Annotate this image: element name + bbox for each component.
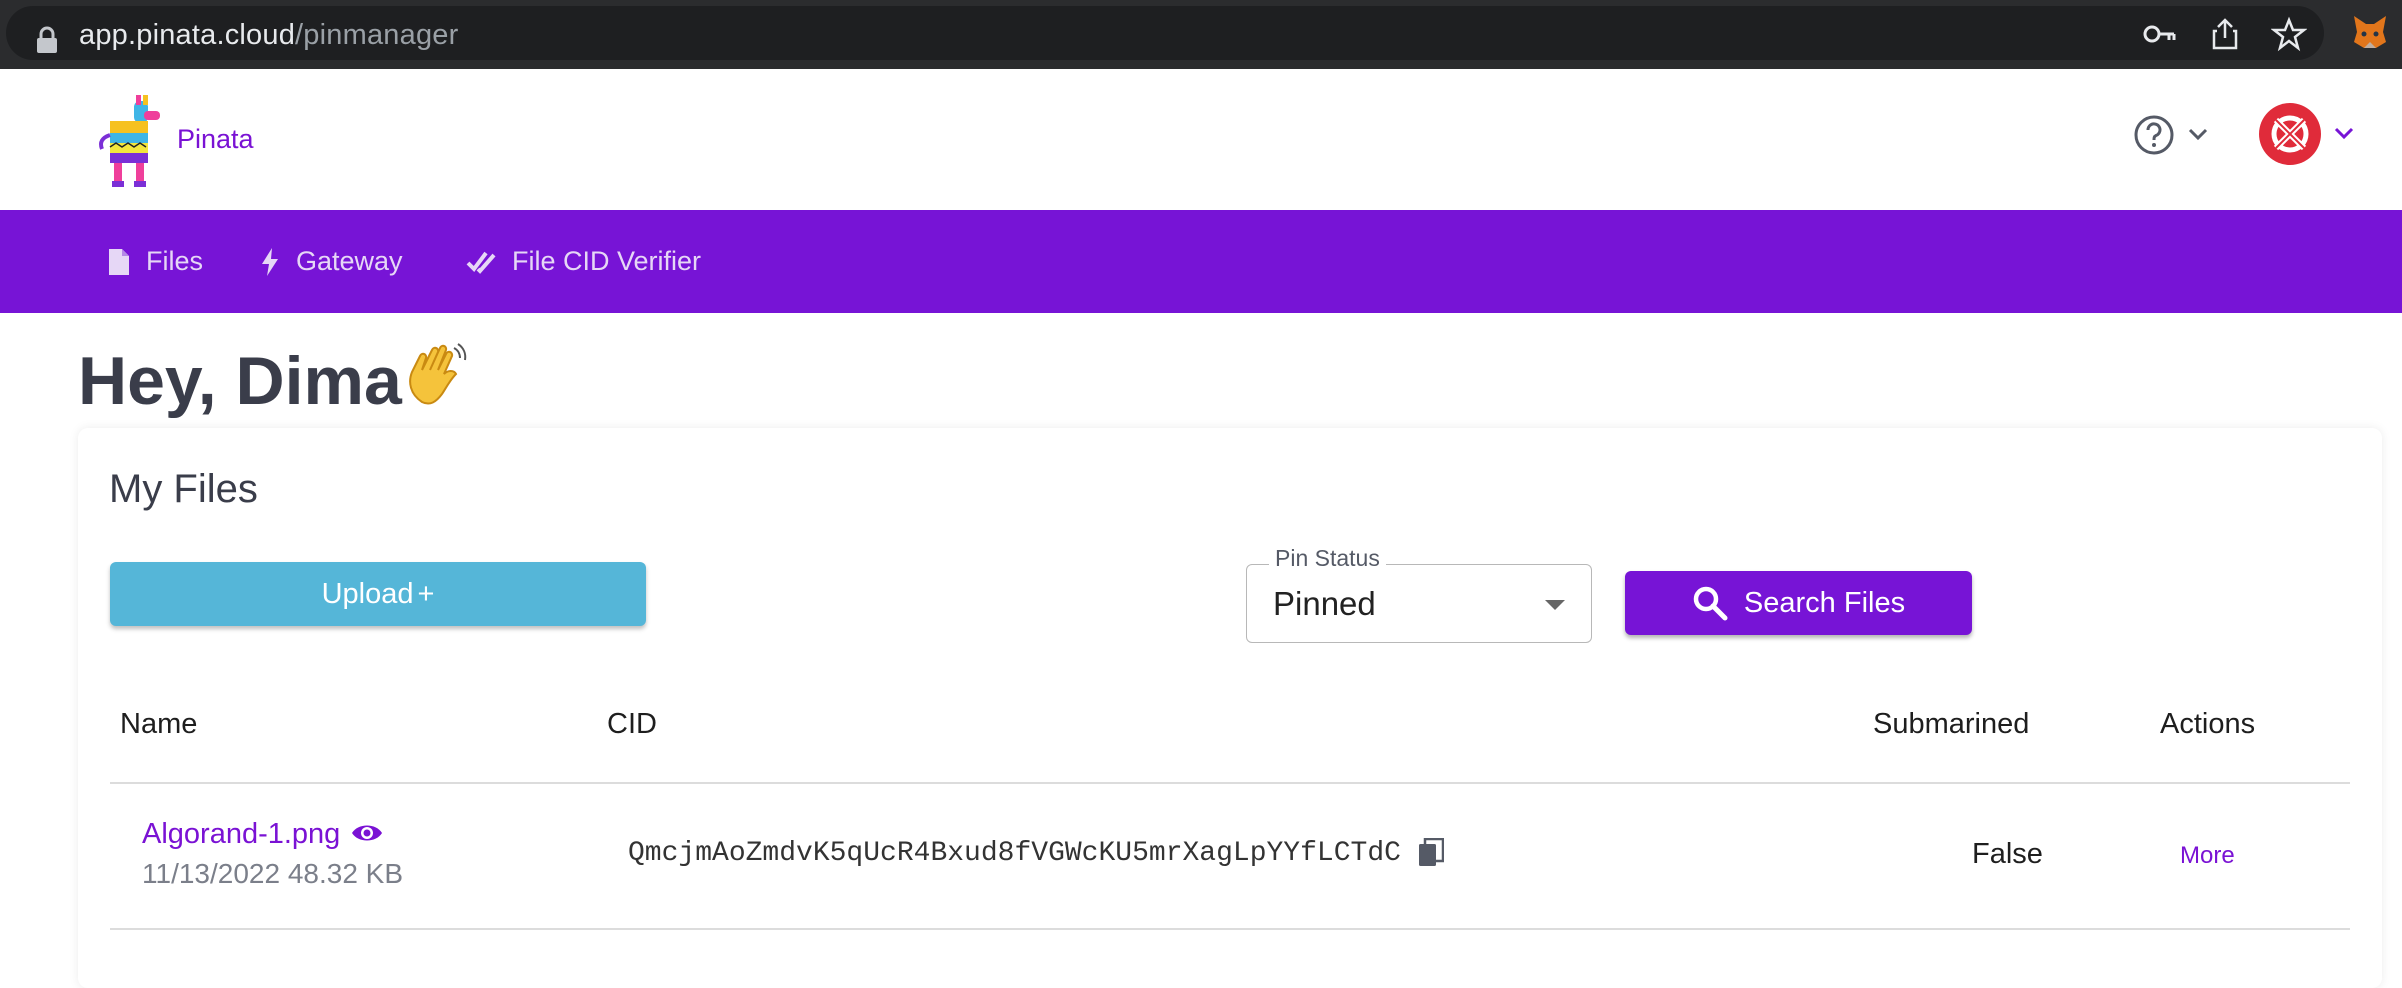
chevron-down-icon[interactable]	[2186, 125, 2210, 143]
eye-icon[interactable]	[350, 820, 384, 846]
copy-icon[interactable]	[1418, 838, 1444, 868]
key-icon[interactable]	[2142, 16, 2178, 52]
file-name-link[interactable]: Algorand-1.png	[142, 818, 340, 851]
file-icon	[109, 248, 129, 275]
search-files-button[interactable]: Search Files	[1625, 571, 1972, 635]
card-title: My Files	[109, 467, 258, 511]
chevron-down-icon[interactable]	[2332, 124, 2356, 142]
column-header-name: Name	[120, 708, 198, 740]
search-icon	[1693, 586, 1728, 621]
nav-item-file-cid-verifier[interactable]: File CID Verifier	[466, 210, 701, 313]
waving-hand-icon	[408, 343, 466, 405]
url-text: app.pinata.cloud/pinmanager	[79, 19, 459, 51]
lock-icon	[37, 26, 57, 53]
main-nav: Files Gateway File CID Verifier	[0, 210, 2402, 313]
help-icon[interactable]	[2133, 114, 2175, 156]
browser-toolbar: app.pinata.cloud/pinmanager	[0, 0, 2402, 69]
caret-down-icon	[1545, 600, 1565, 610]
nav-item-files[interactable]: Files	[108, 210, 203, 313]
share-icon[interactable]	[2207, 16, 2243, 52]
plus-icon: +	[417, 577, 435, 610]
metamask-fox-icon[interactable]	[2350, 12, 2390, 52]
nav-item-gateway[interactable]: Gateway	[260, 210, 403, 313]
page-title: Hey, Dima	[78, 342, 468, 420]
nav-item-label: Gateway	[296, 246, 403, 276]
files-card: My Files Upload + Pin Status Pinned Searc…	[78, 428, 2382, 988]
bookmark-star-icon[interactable]	[2271, 16, 2307, 52]
pin-status-value: Pinned	[1273, 585, 1376, 622]
column-header-submarined: Submarined	[1873, 708, 2030, 740]
upload-button[interactable]: Upload +	[110, 562, 646, 626]
avatar[interactable]	[2258, 102, 2322, 166]
nav-item-label: File CID Verifier	[512, 246, 702, 276]
pin-status-label: Pin Status	[1269, 545, 1386, 572]
submarined-value: False	[1972, 838, 2043, 870]
bolt-icon	[262, 247, 278, 276]
divider	[110, 782, 2350, 784]
more-actions-link[interactable]: More	[2180, 842, 2235, 870]
brand-name[interactable]: Pinata	[177, 124, 254, 155]
column-header-cid: CID	[607, 708, 657, 740]
site-header: Pinata	[0, 69, 2402, 210]
address-bar[interactable]: app.pinata.cloud/pinmanager	[6, 6, 2324, 60]
cid-value: QmcjmAoZmdvK5qUcR4Bxud8fVGWcKU5mrXagLpYY…	[628, 838, 1401, 869]
pin-status-select[interactable]: Pin Status Pinned	[1246, 545, 1592, 643]
file-meta: 11/13/2022 48.32 KB	[142, 858, 404, 889]
divider	[110, 928, 2350, 930]
nav-item-label: Files	[146, 246, 204, 276]
pinata-logo-icon[interactable]	[96, 95, 162, 189]
column-header-actions: Actions	[2160, 708, 2256, 740]
double-check-icon	[466, 251, 496, 274]
